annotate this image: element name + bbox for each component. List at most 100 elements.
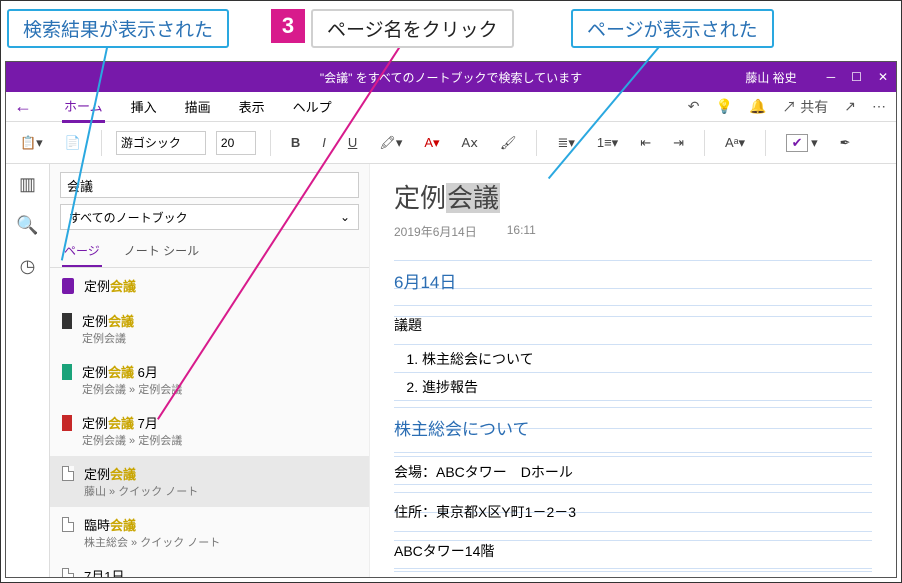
font-size-combo[interactable]: [216, 131, 256, 155]
page-content[interactable]: 定例会議 2019年6月14日 16:11 6月14日 議題 株主総会について …: [370, 164, 896, 577]
result-tab-pages[interactable]: ページ: [62, 236, 102, 267]
bold-button[interactable]: B: [285, 132, 306, 153]
result-item-notebook[interactable]: 定例会議: [50, 268, 369, 303]
result-item-section-june[interactable]: 定例会議 6月定例会議 » 定例会議: [50, 354, 369, 405]
search-scope-dropdown[interactable]: すべてのノートブック ⌄: [60, 204, 359, 230]
result-item-section[interactable]: 定例会議定例会議: [50, 303, 369, 354]
callout-page-shown: ページが表示された: [571, 9, 774, 48]
section-icon: [62, 364, 72, 380]
result-sub: 藤山 » クイック ノート: [84, 483, 198, 499]
todo-tag-button[interactable]: ✔▾: [780, 131, 824, 155]
result-title-pre: 定例: [84, 279, 110, 294]
ribbon-tabs: ← ホーム 挿入 描画 表示 ヘルプ ↶ 💡 🔔 ↗ 共有 ↗ ⋯: [6, 92, 896, 122]
tab-help[interactable]: ヘルプ: [291, 92, 334, 121]
font-name-combo[interactable]: [116, 131, 206, 155]
font-color-button[interactable]: A▾: [418, 132, 445, 154]
body-line: 会場：ABCタワー Dホール: [394, 452, 872, 492]
callout-results-shown: 検索結果が表示された: [7, 9, 229, 48]
italic-button[interactable]: I: [316, 132, 332, 153]
result-item-section-july[interactable]: 定例会議 7月定例会議 » 定例会議: [50, 405, 369, 456]
result-sub: 定例会議 » 定例会議: [82, 381, 182, 397]
numbering-button[interactable]: 1≡▾: [591, 132, 624, 154]
page-time: 16:11: [507, 223, 536, 240]
heading-reception: 受付担当: [394, 571, 872, 577]
fullscreen-icon[interactable]: ↗: [844, 98, 856, 115]
body-line: 住所：東京都X区Y町1－2－3: [394, 492, 872, 532]
lightbulb-icon[interactable]: 💡: [716, 98, 733, 115]
result-item-page-selected[interactable]: 定例会議藤山 » クイック ノート: [50, 456, 369, 507]
result-title-pre: 定例: [82, 416, 108, 431]
bell-icon[interactable]: 🔔: [749, 98, 766, 115]
window-minimize-icon[interactable]: ─: [827, 70, 836, 84]
heading-topic: 株主総会について: [394, 407, 872, 452]
body-line: ABCタワー14階: [394, 531, 872, 571]
page-title[interactable]: 定例会議: [394, 178, 872, 215]
notebook-icon: [62, 278, 74, 294]
page-meta: 2019年6月14日 16:11: [394, 223, 872, 240]
page-icon: [62, 466, 74, 481]
result-title-pre: 定例: [82, 314, 108, 329]
result-title-hl: 会議: [110, 279, 136, 294]
heading-date: 6月14日: [394, 260, 872, 305]
tab-view[interactable]: 表示: [237, 92, 267, 121]
result-title-hl: 会議: [108, 365, 134, 380]
share-label: 共有: [800, 99, 828, 115]
tab-home[interactable]: ホーム: [62, 91, 105, 123]
agenda-item: 進捗報告: [422, 373, 872, 401]
undo-icon[interactable]: ↶: [688, 98, 700, 115]
outdent-button[interactable]: ⇤: [634, 132, 657, 154]
page-title-pre: 定例: [394, 183, 446, 213]
recent-icon[interactable]: ◷: [20, 256, 36, 277]
indent-button[interactable]: ⇥: [667, 132, 690, 154]
result-title-hl: 会議: [110, 467, 136, 482]
styles-button[interactable]: Aᵃ▾: [719, 132, 751, 154]
underline-button[interactable]: U: [342, 132, 363, 153]
ink-button[interactable]: ✒: [834, 132, 857, 154]
step-badge-3: 3: [271, 9, 305, 43]
result-title-post: 7月: [134, 416, 158, 431]
page-icon: [62, 568, 74, 577]
window-maximize-icon[interactable]: ☐: [851, 70, 862, 84]
onenote-window: "会議" をすべてのノートブックで検索しています 藤山 裕史 ─ ☐ ✕ ← ホ…: [5, 61, 897, 578]
result-title-hl: 会議: [108, 416, 134, 431]
result-sub: 定例会議 » 定例会議: [82, 432, 182, 448]
result-title-hl: 会議: [108, 314, 134, 329]
result-title-hl: 会議: [110, 518, 136, 533]
back-arrow-icon[interactable]: ←: [14, 96, 32, 117]
result-title-post: 6月: [134, 365, 158, 380]
title-bar: "会議" をすべてのノートブックで検索しています 藤山 裕史 ─ ☐ ✕: [6, 62, 896, 92]
share-button[interactable]: ↗ 共有: [782, 97, 828, 117]
result-sub: 株主総会 » クイック ノート: [84, 534, 220, 550]
search-scope-label: すべてのノートブック: [69, 209, 188, 226]
result-title-pre: 臨時: [84, 518, 110, 533]
page-date: 2019年6月14日: [394, 223, 477, 240]
page-title-hl: 会議: [446, 183, 500, 213]
chevron-down-icon: ⌄: [340, 210, 350, 224]
result-title-pre: 定例: [84, 467, 110, 482]
tab-insert[interactable]: 挿入: [129, 92, 159, 121]
clear-format-button[interactable]: Aⅹ: [456, 132, 484, 154]
result-sub: 定例会議: [82, 330, 134, 346]
page-icon: [62, 517, 74, 532]
section-icon: [62, 415, 72, 431]
title-search-status: "会議" をすべてのノートブックで検索しています: [320, 69, 582, 86]
window-close-icon[interactable]: ✕: [878, 70, 888, 84]
highlight-button[interactable]: 🖍▾: [373, 132, 408, 154]
formatting-toolbar: 📋▾ 📄 B I U 🖍▾ A▾ Aⅹ 🖌 ≣▾ 1≡▾ ⇤ ⇥ Aᵃ▾ ✔▾ …: [6, 122, 896, 164]
clipboard-button[interactable]: 📄: [59, 132, 87, 154]
agenda-list: 株主総会について 進捗報告: [394, 345, 872, 401]
section-icon: [62, 313, 72, 329]
notebooks-icon[interactable]: ▥: [19, 174, 36, 195]
tab-draw[interactable]: 描画: [183, 92, 213, 121]
result-tab-tags[interactable]: ノート シール: [122, 236, 201, 267]
paste-button[interactable]: 📋▾: [14, 132, 49, 154]
result-title-pre: 7月1日: [84, 569, 124, 577]
format-painter-button[interactable]: 🖌: [494, 132, 523, 154]
agenda-label: 議題: [394, 305, 872, 345]
search-panel: すべてのノートブック ⌄ ページ ノート シール 定例会議 定例会議定例会議 定: [50, 164, 370, 577]
result-item-page-rinji[interactable]: 臨時会議株主総会 » クイック ノート: [50, 507, 369, 558]
callout-click-page: ページ名をクリック: [311, 9, 514, 48]
result-item-page-july1[interactable]: 7月1日: [50, 558, 369, 577]
more-icon[interactable]: ⋯: [872, 98, 886, 115]
search-icon[interactable]: 🔍: [16, 215, 38, 236]
